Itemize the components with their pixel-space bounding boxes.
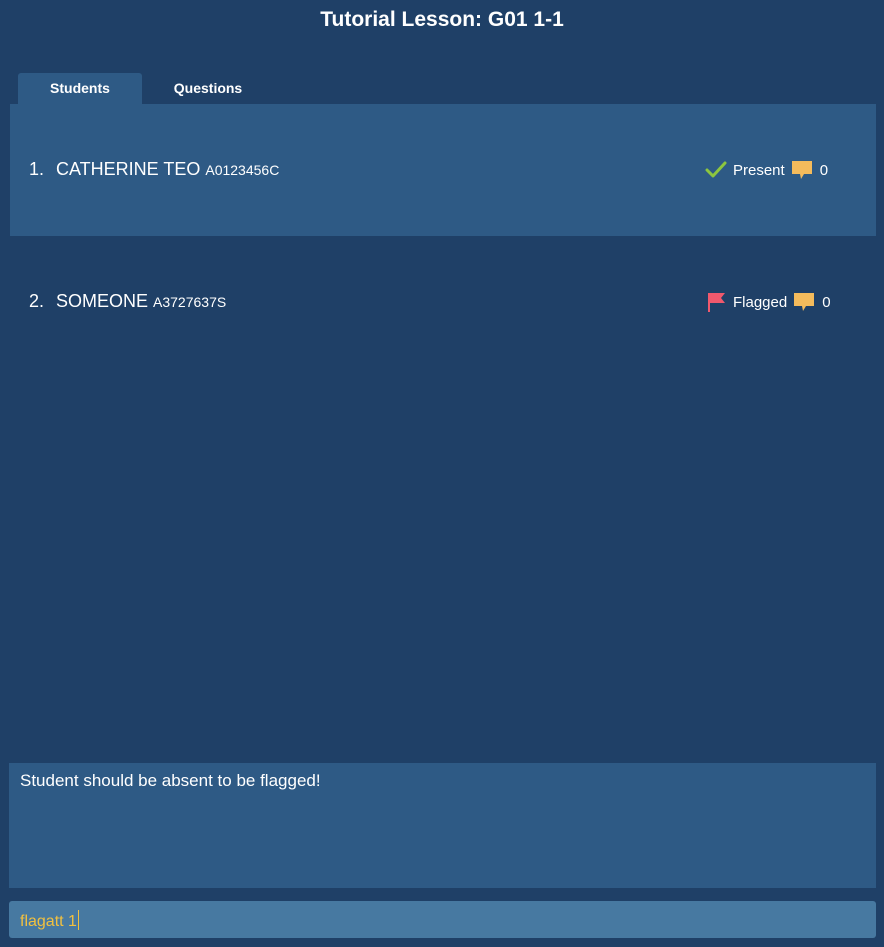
check-icon bbox=[705, 161, 727, 178]
student-matric: A3727637S bbox=[153, 294, 227, 310]
status-label: Present bbox=[733, 161, 785, 179]
text-caret bbox=[77, 910, 79, 930]
student-name-line: SOMEONE A3727637S bbox=[56, 291, 226, 312]
student-status: Present 0 bbox=[705, 159, 828, 181]
student-name-line: CATHERINE TEO A0123456C bbox=[56, 159, 279, 180]
result-message: Student should be absent to be flagged! bbox=[20, 771, 321, 790]
student-name: SOMEONE bbox=[56, 291, 149, 311]
page-title: Tutorial Lesson: G01 1-1 bbox=[320, 8, 564, 31]
command-input[interactable]: flagatt 1 bbox=[20, 910, 79, 931]
result-display: Student should be absent to be flagged! bbox=[9, 763, 876, 888]
student-name: CATHERINE TEO bbox=[56, 159, 201, 179]
speech-bubble-icon bbox=[794, 293, 815, 311]
student-status: Flagged 0 bbox=[705, 291, 831, 313]
student-list: 1. CATHERINE TEO A0123456C Present 0 2. S… bbox=[10, 104, 876, 754]
speech-bubble-icon bbox=[791, 161, 812, 179]
student-row[interactable]: 1. CATHERINE TEO A0123456C Present 0 bbox=[10, 104, 876, 236]
student-index: 1. bbox=[29, 159, 45, 179]
student-row[interactable]: 2. SOMEONE A3727637S Flagged 0 bbox=[10, 236, 876, 368]
command-box[interactable]: flagatt 1 bbox=[9, 901, 876, 938]
question-count: 0 bbox=[819, 161, 829, 179]
student-matric: A0123456C bbox=[205, 162, 280, 178]
tab-bar: Students Questions bbox=[18, 73, 274, 104]
tab-questions[interactable]: Questions bbox=[142, 73, 274, 104]
tab-students[interactable]: Students bbox=[18, 73, 142, 104]
command-value: flagatt 1 bbox=[20, 913, 77, 930]
status-label: Flagged bbox=[733, 293, 788, 311]
flag-icon bbox=[708, 293, 725, 312]
question-count: 0 bbox=[822, 293, 831, 311]
student-index: 2. bbox=[29, 291, 45, 311]
